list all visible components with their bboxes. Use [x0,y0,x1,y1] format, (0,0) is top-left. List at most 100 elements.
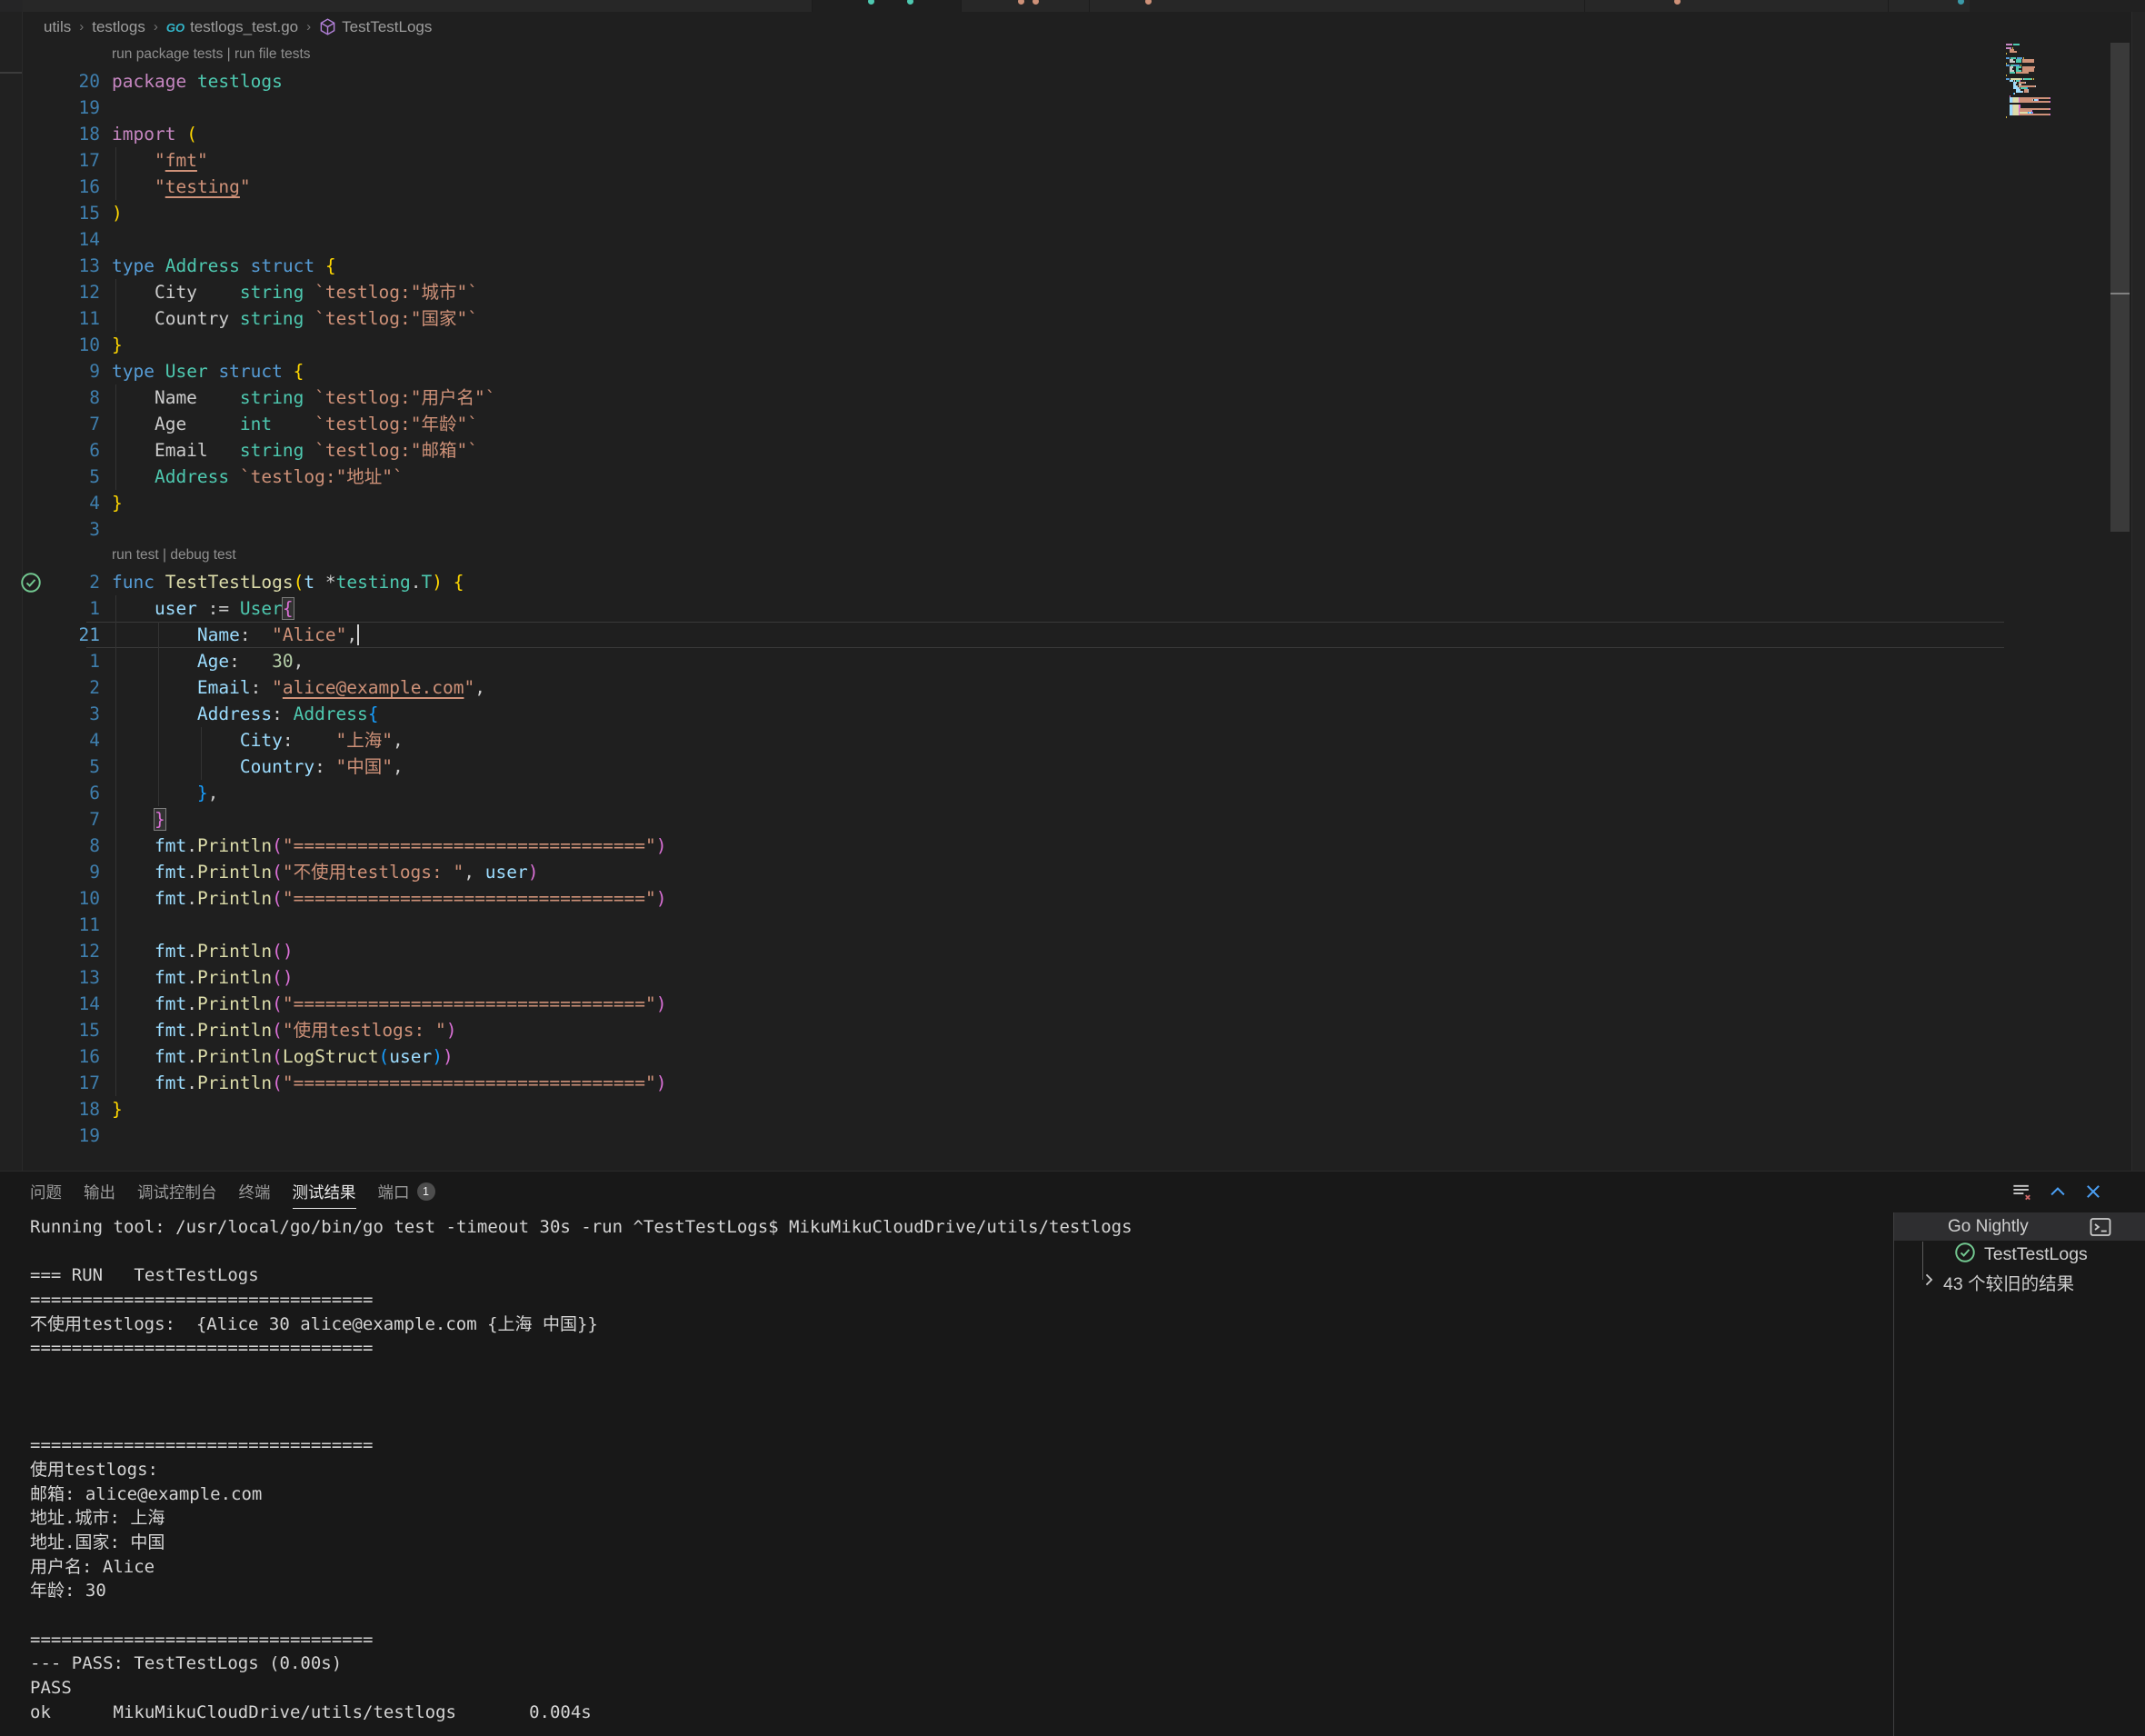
code-token[interactable]: Age [112,414,240,434]
code-token[interactable] [112,466,155,487]
panel-tab-端口[interactable]: 端口1 [378,1172,435,1212]
code-token[interactable]: `testlog:"用户名"` [314,387,495,408]
code-line-text[interactable]: fmt.Println("===========================… [112,885,2131,912]
line-number[interactable]: 21 [23,622,112,648]
line-number[interactable]: 17 [23,1070,112,1096]
code-token[interactable]: , [208,783,219,803]
code-token[interactable] [112,809,155,830]
code-token[interactable] [155,572,165,593]
code-token[interactable] [155,361,165,382]
code-line-text[interactable]: } [112,490,2131,516]
line-number[interactable]: 6 [23,780,112,806]
line-number[interactable]: 8 [23,384,112,411]
line-number[interactable]: 5 [23,753,112,780]
line-number[interactable]: 1 [23,595,112,622]
code-token[interactable]: ) [112,203,123,224]
code-token[interactable]: fmt [112,888,186,909]
code-token[interactable]: ) [283,967,294,988]
code-token[interactable]: } [112,493,123,514]
code-token[interactable]: struct [251,255,314,276]
code-token[interactable]: " [155,150,165,171]
breadcrumb-item-utils[interactable]: utils [44,18,71,36]
code-token[interactable]: `testlog:"城市"` [314,282,478,303]
code-token[interactable]: `testlog:"国家"` [314,308,478,329]
code-token[interactable]: . [186,888,197,909]
code-token[interactable]: fmt [112,1046,186,1067]
line-number[interactable]: 10 [23,332,112,358]
code-token[interactable]: } [112,334,123,355]
line-number[interactable]: 3 [23,701,112,727]
line-number[interactable]: 19 [23,1122,112,1149]
code-line-text[interactable]: "fmt" [112,147,2131,174]
code-token[interactable] [175,124,186,145]
code-token[interactable]: fmt [112,835,186,856]
line-number[interactable]: 3 [23,516,112,543]
code-token[interactable]: "使用testlogs: " [283,1020,446,1041]
line-number[interactable]: 15 [23,200,112,226]
editor-tab-strip[interactable] [0,0,2145,12]
older-results-item[interactable]: 43 个较旧的结果 [1894,1269,2145,1295]
code-token[interactable]: "不使用testlogs: " [283,862,464,883]
minimap[interactable] [2006,44,2060,120]
code-line-text[interactable]: user := User{ [112,595,2131,622]
code-token[interactable]: int [240,414,272,434]
code-token[interactable]: User [240,598,283,619]
breadcrumb-item-testtestlogs[interactable]: TestTestLogs [319,18,432,36]
code-line-text[interactable]: }, [112,780,2131,806]
code-token[interactable]: ) [656,835,667,856]
line-number[interactable]: 12 [23,279,112,305]
code-token[interactable]: ( [272,967,283,988]
line-number[interactable]: 18 [23,1096,112,1122]
code-token[interactable]: ) [443,1046,454,1067]
code-token[interactable]: * [314,572,335,593]
code-token[interactable]: `testlog:"地址"` [240,466,404,487]
code-token[interactable] [229,466,240,487]
code-token[interactable] [112,150,155,171]
code-line-text[interactable]: package testlogs [112,68,2131,95]
code-line-text[interactable]: fmt.Println("===========================… [112,1070,2131,1096]
code-token[interactable]: Country [112,308,240,329]
code-token[interactable]: { [454,572,464,593]
code-token[interactable]: "Alice" [272,624,346,645]
line-number[interactable]: 16 [23,174,112,200]
code-token[interactable]: "=================================" [283,993,656,1014]
code-line-text[interactable] [112,226,2131,253]
code-line-text[interactable]: fmt.Println("使用testlogs: ") [112,1017,2131,1043]
code-token[interactable]: , [393,730,404,751]
line-number[interactable]: 1 [23,648,112,674]
line-number[interactable]: 6 [23,437,112,464]
code-token[interactable]: } [112,1099,123,1120]
code-token[interactable]: . [186,1073,197,1093]
code-line-text[interactable]: } [112,332,2131,358]
line-number[interactable]: 20 [23,68,112,95]
code-token[interactable]: City [112,730,283,751]
tab-segment[interactable] [1970,0,2145,12]
code-token[interactable]: TestTestLogs [165,572,294,593]
code-token[interactable]: Age [112,651,229,672]
code-line-text[interactable]: fmt.Println() [112,964,2131,991]
code-lines[interactable]: run package tests | run file tests20pack… [23,42,2131,1149]
code-line-text[interactable]: City string `testlog:"城市"` [112,279,2131,305]
code-token[interactable]: ( [272,862,283,883]
code-token[interactable]: ) [446,1020,457,1041]
code-token[interactable]: user [389,1046,432,1067]
code-token[interactable] [443,572,454,593]
code-line-text[interactable]: type Address struct { [112,253,2131,279]
code-token[interactable] [155,255,165,276]
code-token[interactable]: ) [656,1073,667,1093]
code-token[interactable]: . [411,572,422,593]
code-token[interactable]: " [464,677,474,698]
code-token[interactable]: T [422,572,433,593]
close-panel-button[interactable] [2083,1182,2103,1202]
code-token[interactable]: `testlog:"年龄"` [314,414,478,434]
code-token[interactable]: . [186,835,197,856]
code-token[interactable]: 30 [272,651,293,672]
line-number[interactable]: 9 [23,859,112,885]
panel-tab-测试结果[interactable]: 测试结果 [293,1172,356,1212]
code-token[interactable]: "=================================" [283,835,656,856]
line-number[interactable]: 17 [23,147,112,174]
code-token[interactable] [112,176,155,197]
line-number[interactable]: 5 [23,464,112,490]
code-line-text[interactable]: func TestTestLogs(t *testing.T) { [112,569,2131,595]
code-token[interactable]: Println [197,1046,272,1067]
